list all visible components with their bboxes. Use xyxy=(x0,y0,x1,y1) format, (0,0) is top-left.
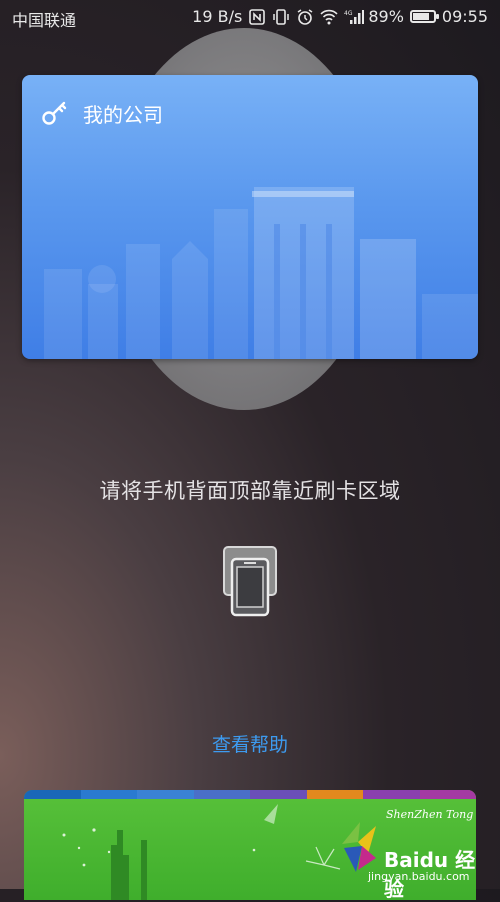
watermark-url: jingyan.baidu.com xyxy=(368,870,470,883)
signal-4g-icon: 4G xyxy=(344,9,365,25)
carrier-label: 中国联通 xyxy=(12,11,77,30)
baidu-jingyan-watermark: ShenZhen Tong Baidu 经验 jingyan.baidu.com xyxy=(336,808,486,901)
key-icon xyxy=(42,101,67,125)
phone-nfc-icon xyxy=(223,546,277,617)
status-right: 19 B/s 4G 89% 09:55 xyxy=(192,7,488,26)
vibrate-icon xyxy=(272,8,290,25)
alarm-icon xyxy=(296,8,314,25)
battery-fill xyxy=(412,13,429,20)
view-help-link[interactable]: 查看帮助 xyxy=(0,730,500,757)
instruction-text: 请将手机背面顶部靠近刷卡区域 xyxy=(99,479,401,503)
access-card[interactable]: 我的公司 xyxy=(22,75,478,359)
nfc-icon xyxy=(248,8,266,25)
card-title: 我的公司 xyxy=(83,103,163,127)
svg-text:4G: 4G xyxy=(344,10,353,17)
battery-icon xyxy=(409,10,439,23)
network-speed: 19 B/s xyxy=(192,7,243,26)
watermark-brand-line1: ShenZhen Tong xyxy=(386,808,474,821)
city-skyline-illustration xyxy=(44,187,478,359)
wifi-icon xyxy=(320,9,338,25)
shenzhentong-logo-icon xyxy=(342,822,376,872)
battery-percent: 89% xyxy=(368,7,404,26)
clock: 09:55 xyxy=(441,7,488,26)
